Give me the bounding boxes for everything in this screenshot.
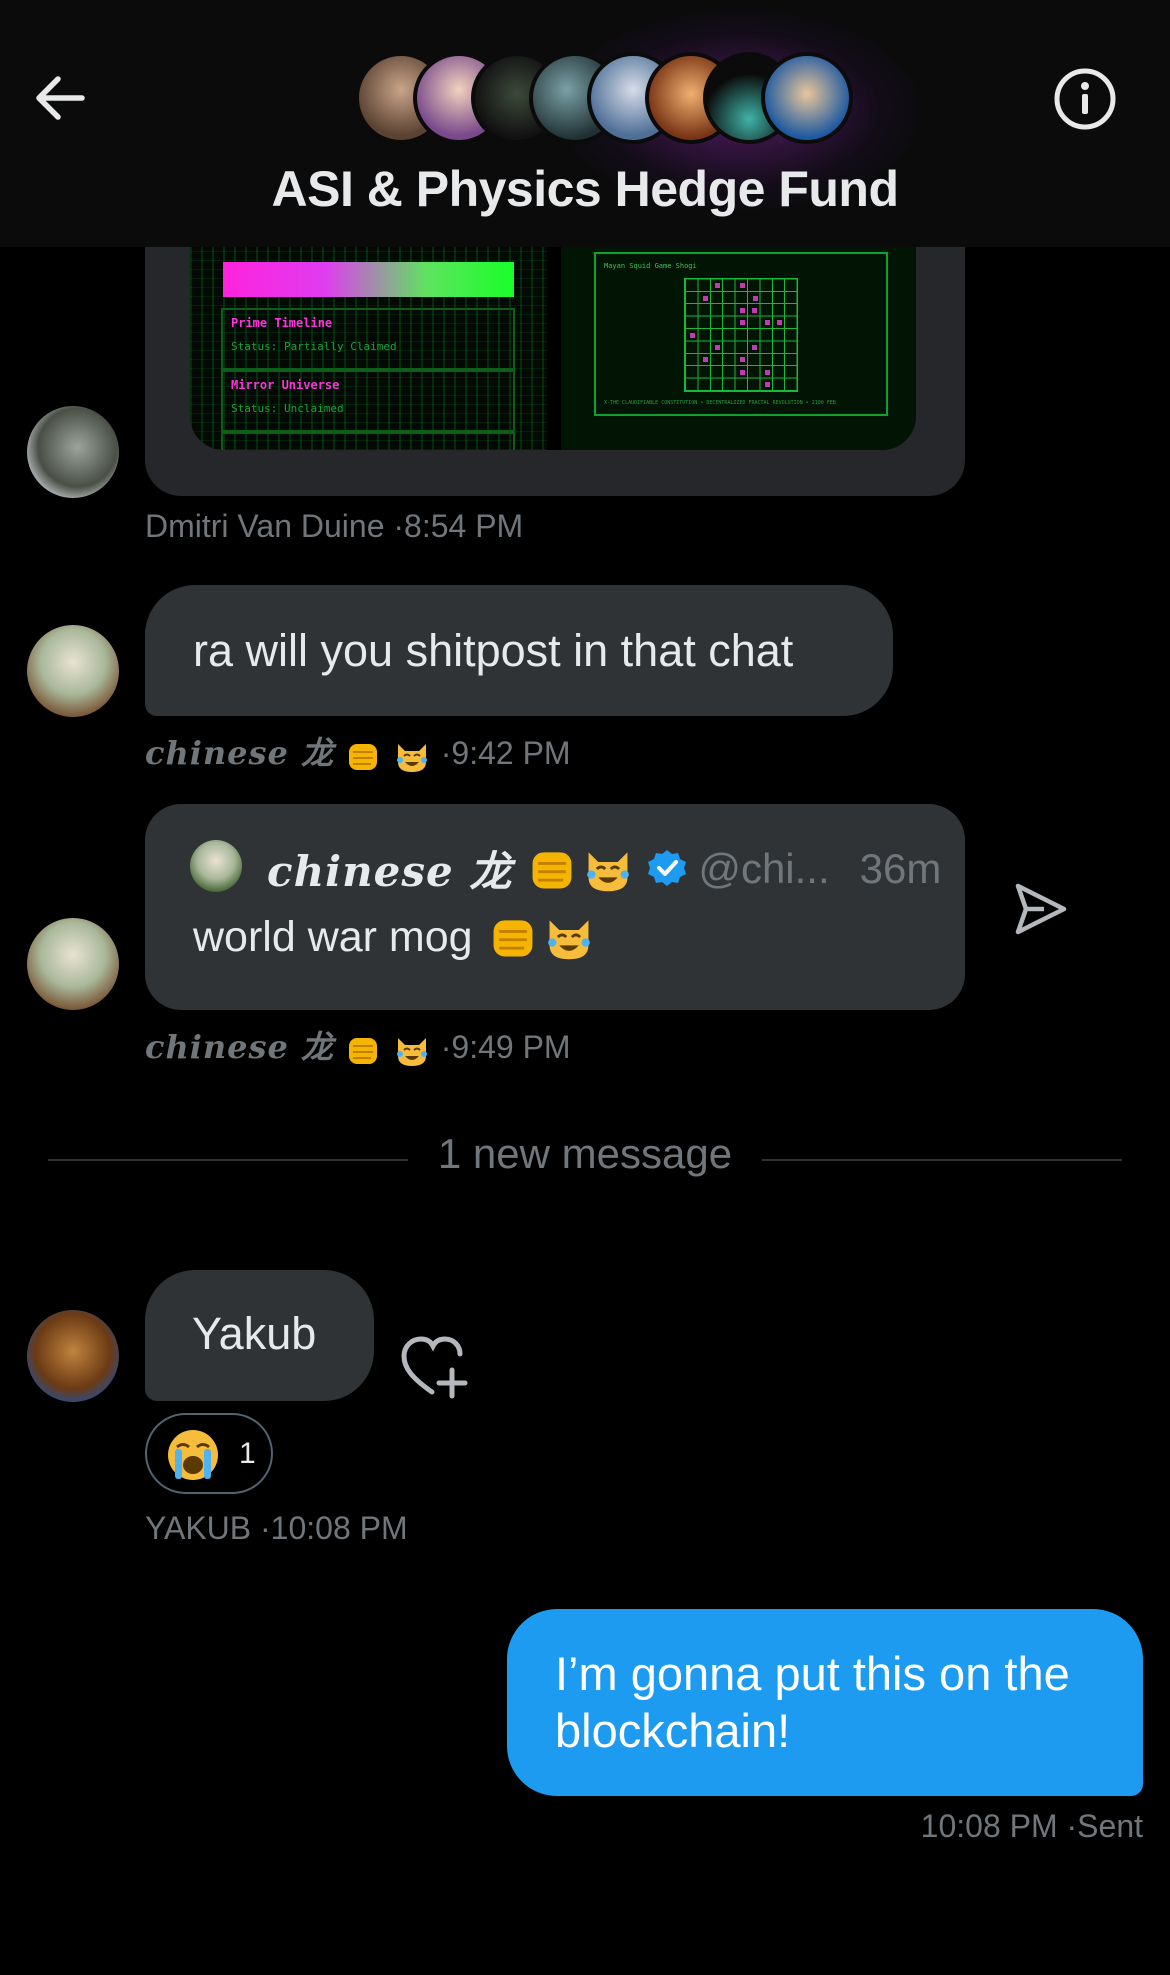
group-avatar-stack[interactable]: [355, 52, 853, 144]
avatar: [761, 52, 853, 144]
message-text: ra will you shitpost in that chat: [193, 625, 794, 676]
sent-message-meta: 10:08 PM ·Sent: [921, 1808, 1143, 1845]
meta-separator: ·: [440, 1029, 452, 1065]
author-name: YAKUB: [145, 1510, 252, 1546]
message-bubble[interactable]: Yakub: [145, 1270, 374, 1401]
timestamp: 9:49 PM: [451, 1029, 571, 1065]
laughing-cat-emoji-icon: [547, 920, 590, 960]
add-reaction-button[interactable]: [400, 1334, 470, 1400]
shogi-board-image[interactable]: Mayan Squid Game Shogi X-THE CLAUDIFIABL…: [561, 246, 916, 450]
avatar-chinese[interactable]: [27, 625, 119, 717]
reaction-pill[interactable]: 1: [145, 1413, 273, 1494]
send-icon: [1015, 883, 1067, 935]
author-name: chinese 龙: [145, 1028, 335, 1066]
arrow-left-icon: [36, 76, 85, 120]
group-title[interactable]: ASI & Physics Hedge Fund: [0, 160, 1170, 218]
author-name: chinese 龙: [145, 734, 335, 772]
timeline-card: Mirror Universe Status: Unclaimed: [221, 370, 515, 432]
avatar-chinese[interactable]: [27, 918, 119, 1010]
avatar-dmitri[interactable]: [27, 406, 119, 498]
meta-separator: ·: [1066, 1808, 1078, 1844]
timestamp: 8:54 PM: [404, 508, 524, 544]
delivery-status: Sent: [1077, 1808, 1143, 1844]
meta-separator: ·: [260, 1510, 271, 1546]
chat-header: ASI & Physics Hedge Fund: [0, 0, 1170, 247]
message-bubble[interactable]: ra will you shitpost in that chat: [145, 585, 893, 716]
quoted-post-body: world war mog: [193, 912, 597, 962]
timeline-title: Mirror Universe: [231, 378, 340, 392]
meta-separator: ·: [440, 735, 452, 771]
fist-emoji-icon: [532, 851, 572, 888]
progress-banner: [223, 262, 514, 297]
timestamp: 9:42 PM: [451, 735, 571, 771]
quoted-post-card[interactable]: chinese 龙 @chi... 36m world war mog: [145, 804, 965, 1010]
timestamp: 10:08 PM: [920, 1808, 1058, 1844]
board-grid: [684, 278, 798, 392]
message-text: Yakub: [192, 1308, 317, 1359]
board-caption: Mayan Squid Game Shogi: [604, 262, 697, 270]
quoted-author-avatar: [190, 840, 242, 892]
new-message-divider: 1 new message: [437, 1130, 733, 1177]
message-meta: chinese 龙 ·9:42 PM: [145, 728, 571, 774]
media-attachments[interactable]: Prime Timeline Status: Partially Claimed…: [190, 246, 916, 450]
quoted-text: world war mog: [193, 912, 473, 961]
laughing-cat-emoji-icon: [396, 1037, 427, 1066]
quoted-post-header: chinese 龙 @chi... 36m: [267, 838, 941, 899]
info-circle-icon: [1054, 68, 1116, 130]
heart-plus-icon: [401, 1336, 468, 1399]
laughing-cat-emoji-icon: [396, 743, 427, 772]
timeline-card: Prime Timeline Status: Partially Claimed: [221, 308, 515, 370]
back-button[interactable]: [28, 66, 92, 130]
fist-emoji-icon: [348, 743, 377, 770]
timeline-title: Prime Timeline: [231, 316, 333, 330]
quoted-age: 36m: [859, 844, 942, 892]
avatar-yakub[interactable]: [27, 1310, 119, 1402]
fist-emoji-icon: [493, 920, 533, 957]
message-meta: YAKUB ·10:08 PM: [145, 1510, 408, 1547]
timeline-card: [221, 432, 515, 450]
sent-message-bubble[interactable]: I’m gonna put this on the blockchain!: [507, 1609, 1143, 1796]
reaction-count: 1: [239, 1437, 256, 1470]
quoted-handle: @chi...: [698, 844, 830, 892]
message-text: I’m gonna put this on the blockchain!: [555, 1647, 1070, 1757]
message-meta: chinese 龙 ·9:49 PM: [145, 1022, 571, 1068]
timeline-status: Status: Partially Claimed: [231, 340, 397, 353]
meta-separator: ·: [393, 508, 405, 544]
timeline-claims-image[interactable]: Prime Timeline Status: Partially Claimed…: [190, 246, 547, 450]
quoted-display-name: chinese 龙: [267, 847, 513, 896]
timestamp: 10:08 PM: [270, 1510, 408, 1546]
share-button[interactable]: [1012, 880, 1070, 938]
message-meta: Dmitri Van Duine ·8:54 PM: [145, 508, 523, 545]
info-button[interactable]: [1052, 66, 1118, 132]
fist-emoji-icon: [348, 1037, 377, 1064]
verified-badge-icon: [648, 849, 687, 886]
timeline-status: Status: Unclaimed: [231, 402, 344, 415]
laughing-cat-emoji-icon: [587, 851, 630, 891]
author-name: Dmitri Van Duine: [145, 508, 385, 544]
board-frame: Mayan Squid Game Shogi X-THE CLAUDIFIABL…: [594, 252, 888, 416]
loudly-crying-face-icon: [168, 1430, 218, 1480]
board-footer: X-THE CLAUDIFIABLE CONSTITUTION • DECENT…: [604, 400, 836, 406]
